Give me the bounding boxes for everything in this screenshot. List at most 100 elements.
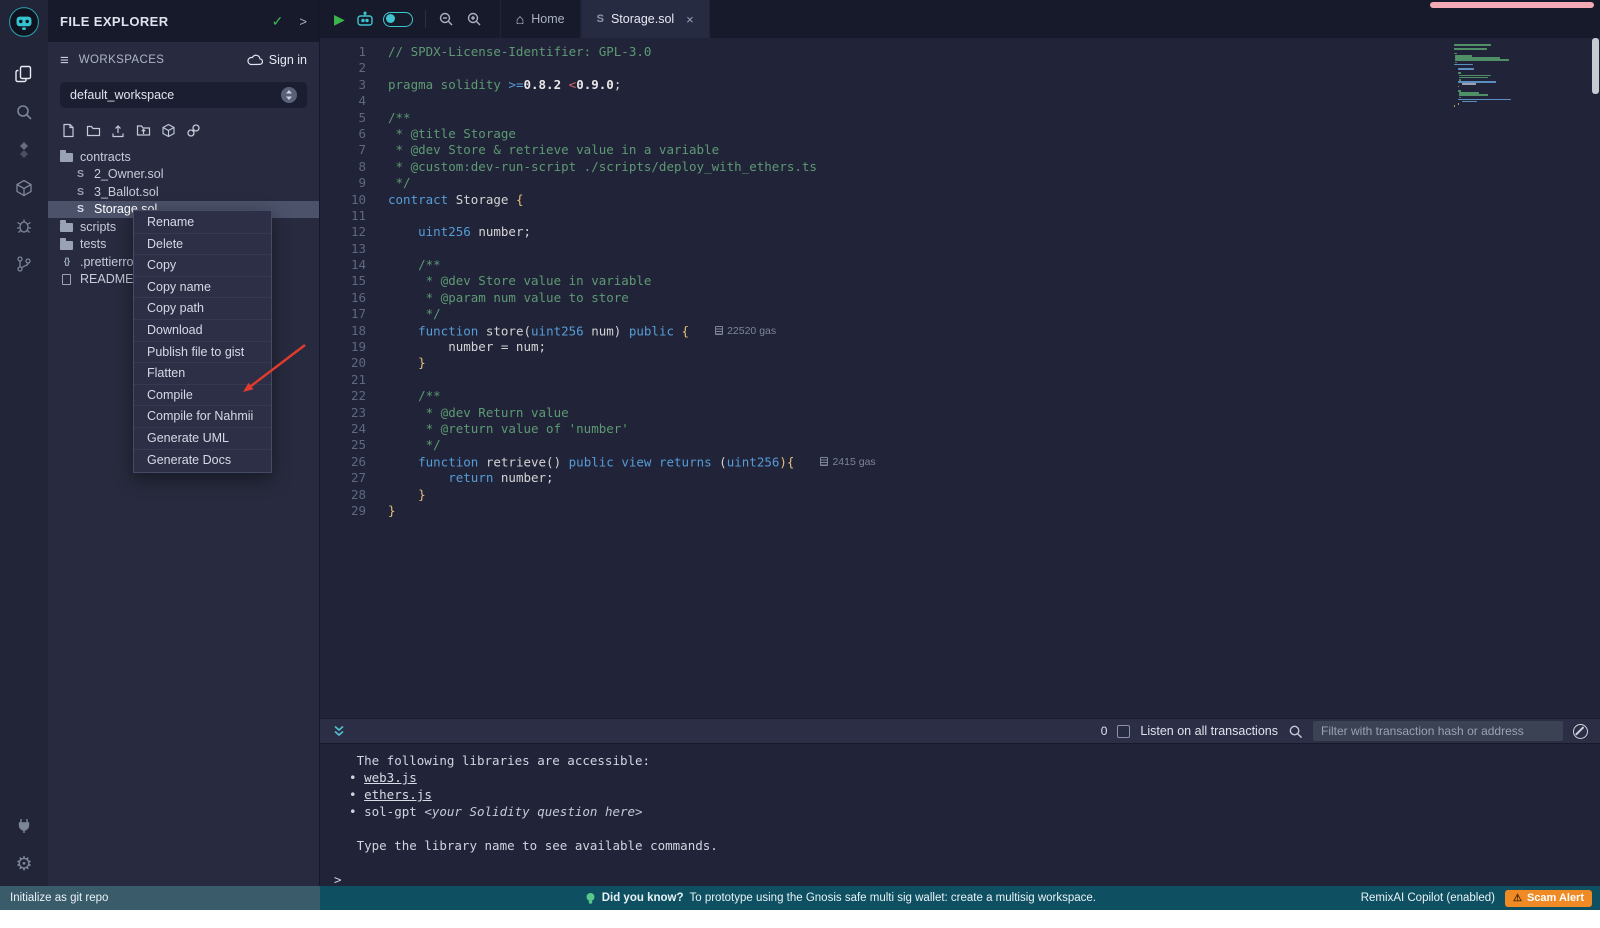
zoom-out-icon[interactable] bbox=[438, 11, 454, 27]
ai-copilot-robot-icon[interactable] bbox=[355, 11, 375, 28]
git-branch-icon[interactable] bbox=[12, 252, 36, 276]
code-line: * @return value of 'number' bbox=[388, 421, 1600, 437]
tree-item-3-ballot-sol[interactable]: S3_Ballot.sol bbox=[48, 183, 319, 201]
code-line: */ bbox=[388, 437, 1600, 453]
debugger-icon[interactable] bbox=[12, 214, 36, 238]
braces-icon: {} bbox=[60, 256, 73, 267]
workspaces-menu-icon[interactable]: ≡ bbox=[60, 52, 69, 69]
context-menu-item-generate-uml[interactable]: Generate UML bbox=[134, 428, 271, 450]
line-number: 24 bbox=[320, 421, 366, 437]
terminal-line: The following libraries are accessible: bbox=[334, 752, 1600, 769]
code-line: contract Storage { bbox=[388, 192, 1600, 208]
did-you-know-label: Did you know? bbox=[602, 892, 684, 904]
scam-alert-button[interactable]: ⚠ Scam Alert bbox=[1505, 890, 1592, 907]
terminal-line bbox=[334, 854, 1600, 871]
code-line: * @title Storage bbox=[388, 126, 1600, 142]
tree-item-contracts[interactable]: contracts bbox=[48, 148, 319, 166]
file-explorer-icon[interactable] bbox=[12, 62, 36, 86]
line-number: 2 bbox=[320, 60, 366, 76]
context-menu-item-copy-path[interactable]: Copy path bbox=[134, 298, 271, 320]
file-name: 3_Ballot.sol bbox=[94, 185, 159, 199]
listen-all-transactions-checkbox[interactable] bbox=[1117, 725, 1130, 738]
line-number: 19 bbox=[320, 339, 366, 355]
context-menu-item-rename[interactable]: Rename bbox=[134, 212, 271, 234]
upload-file-icon[interactable] bbox=[110, 122, 126, 138]
terminal-link[interactable]: web3.js bbox=[364, 770, 417, 785]
warning-icon: ⚠ bbox=[1513, 893, 1522, 904]
sign-in-label: Sign in bbox=[269, 53, 307, 67]
close-tab-icon[interactable]: × bbox=[686, 12, 694, 27]
gas-estimate-badge: 2415 gas bbox=[820, 454, 875, 470]
clear-console-icon[interactable] bbox=[1573, 724, 1588, 739]
sign-in-button[interactable]: Sign in bbox=[247, 53, 307, 67]
context-menu-item-publish-file-to-gist[interactable]: Publish file to gist bbox=[134, 342, 271, 364]
terminal-line: • sol-gpt <your Solidity question here> bbox=[334, 803, 1600, 820]
remix-logo[interactable] bbox=[8, 6, 40, 38]
code-editor[interactable]: 1234567891011121314151617181920212223242… bbox=[320, 38, 1600, 718]
tab-storage-sol[interactable]: SStorage.sol× bbox=[581, 0, 710, 38]
check-icon[interactable]: ✓ bbox=[272, 13, 284, 30]
new-file-icon[interactable] bbox=[60, 122, 76, 138]
terminal-toolbar-right: 0 Listen on all transactions bbox=[1101, 721, 1588, 741]
folder-icon bbox=[60, 223, 73, 232]
zoom-in-icon[interactable] bbox=[466, 11, 482, 27]
editor-code: // SPDX-License-Identifier: GPL-3.0pragm… bbox=[388, 44, 1600, 718]
context-menu-item-delete[interactable]: Delete bbox=[134, 234, 271, 256]
code-line: } bbox=[388, 355, 1600, 371]
line-number: 17 bbox=[320, 306, 366, 322]
code-line: * @dev Store value in variable bbox=[388, 273, 1600, 289]
file-name: .prettierro bbox=[80, 255, 134, 269]
browser-scrollbar-thumb[interactable] bbox=[1592, 38, 1599, 94]
deploy-run-icon[interactable] bbox=[12, 176, 36, 200]
terminal-link[interactable]: ethers.js bbox=[364, 787, 432, 802]
code-line: */ bbox=[388, 175, 1600, 191]
code-line bbox=[388, 60, 1600, 76]
solidity-file-icon: S bbox=[74, 168, 87, 180]
ai-copilot-toggle[interactable] bbox=[383, 12, 413, 27]
context-menu-item-download[interactable]: Download bbox=[134, 320, 271, 342]
chevron-right-icon[interactable]: > bbox=[299, 14, 307, 29]
upload-folder-icon[interactable] bbox=[135, 122, 151, 138]
line-number: 15 bbox=[320, 273, 366, 289]
gas-icon bbox=[820, 457, 828, 466]
transaction-filter-input[interactable] bbox=[1313, 721, 1563, 741]
code-line: } bbox=[388, 487, 1600, 503]
line-number: 16 bbox=[320, 290, 366, 306]
search-icon[interactable] bbox=[12, 100, 36, 124]
minimap[interactable] bbox=[1454, 44, 1512, 107]
workspace-select-caret-icon[interactable] bbox=[281, 87, 297, 103]
line-number: 27 bbox=[320, 470, 366, 486]
workspaces-label: WORKSPACES bbox=[79, 54, 165, 66]
panel-title: FILE EXPLORER bbox=[60, 14, 169, 29]
tab-bar: ⌂HomeSStorage.sol× bbox=[500, 0, 710, 38]
terminal-output[interactable]: The following libraries are accessible: … bbox=[320, 744, 1600, 886]
search-transactions-icon[interactable] bbox=[1288, 724, 1303, 739]
context-menu-item-compile[interactable]: Compile bbox=[134, 385, 271, 407]
code-line: /** bbox=[388, 110, 1600, 126]
editor-area: ▶ ⌂HomeSStorage.sol× 1234567891011121314… bbox=[320, 0, 1600, 718]
git-init-button[interactable]: Initialize as git repo bbox=[0, 886, 320, 910]
solidity-compiler-icon[interactable] bbox=[12, 138, 36, 162]
context-menu-item-flatten[interactable]: Flatten bbox=[134, 363, 271, 385]
workspace-select[interactable]: default_workspace bbox=[60, 82, 307, 108]
plugin-manager-icon[interactable] bbox=[12, 814, 36, 838]
tab-home[interactable]: ⌂Home bbox=[500, 0, 581, 38]
link-import-icon[interactable] bbox=[185, 122, 201, 138]
line-number: 3 bbox=[320, 77, 366, 93]
settings-gear-icon[interactable]: ⚙ bbox=[12, 852, 36, 876]
gas-icon bbox=[715, 326, 723, 335]
context-menu-item-copy-name[interactable]: Copy name bbox=[134, 277, 271, 299]
code-line: } bbox=[388, 503, 1600, 519]
run-script-button[interactable]: ▶ bbox=[334, 11, 345, 28]
context-menu-item-generate-docs[interactable]: Generate Docs bbox=[134, 450, 271, 472]
file-toolbar bbox=[48, 108, 319, 144]
line-number: 21 bbox=[320, 372, 366, 388]
box-import-icon[interactable] bbox=[160, 122, 176, 138]
context-menu-item-copy[interactable]: Copy bbox=[134, 255, 271, 277]
copilot-status: RemixAI Copilot (enabled) bbox=[1361, 892, 1495, 904]
expand-terminal-icon[interactable] bbox=[332, 724, 346, 738]
new-folder-icon[interactable] bbox=[85, 122, 101, 138]
tree-item-2-owner-sol[interactable]: S2_Owner.sol bbox=[48, 166, 319, 184]
code-line: * @dev Store & retrieve value in a varia… bbox=[388, 142, 1600, 158]
context-menu-item-compile-for-nahmii[interactable]: Compile for Nahmii bbox=[134, 406, 271, 428]
